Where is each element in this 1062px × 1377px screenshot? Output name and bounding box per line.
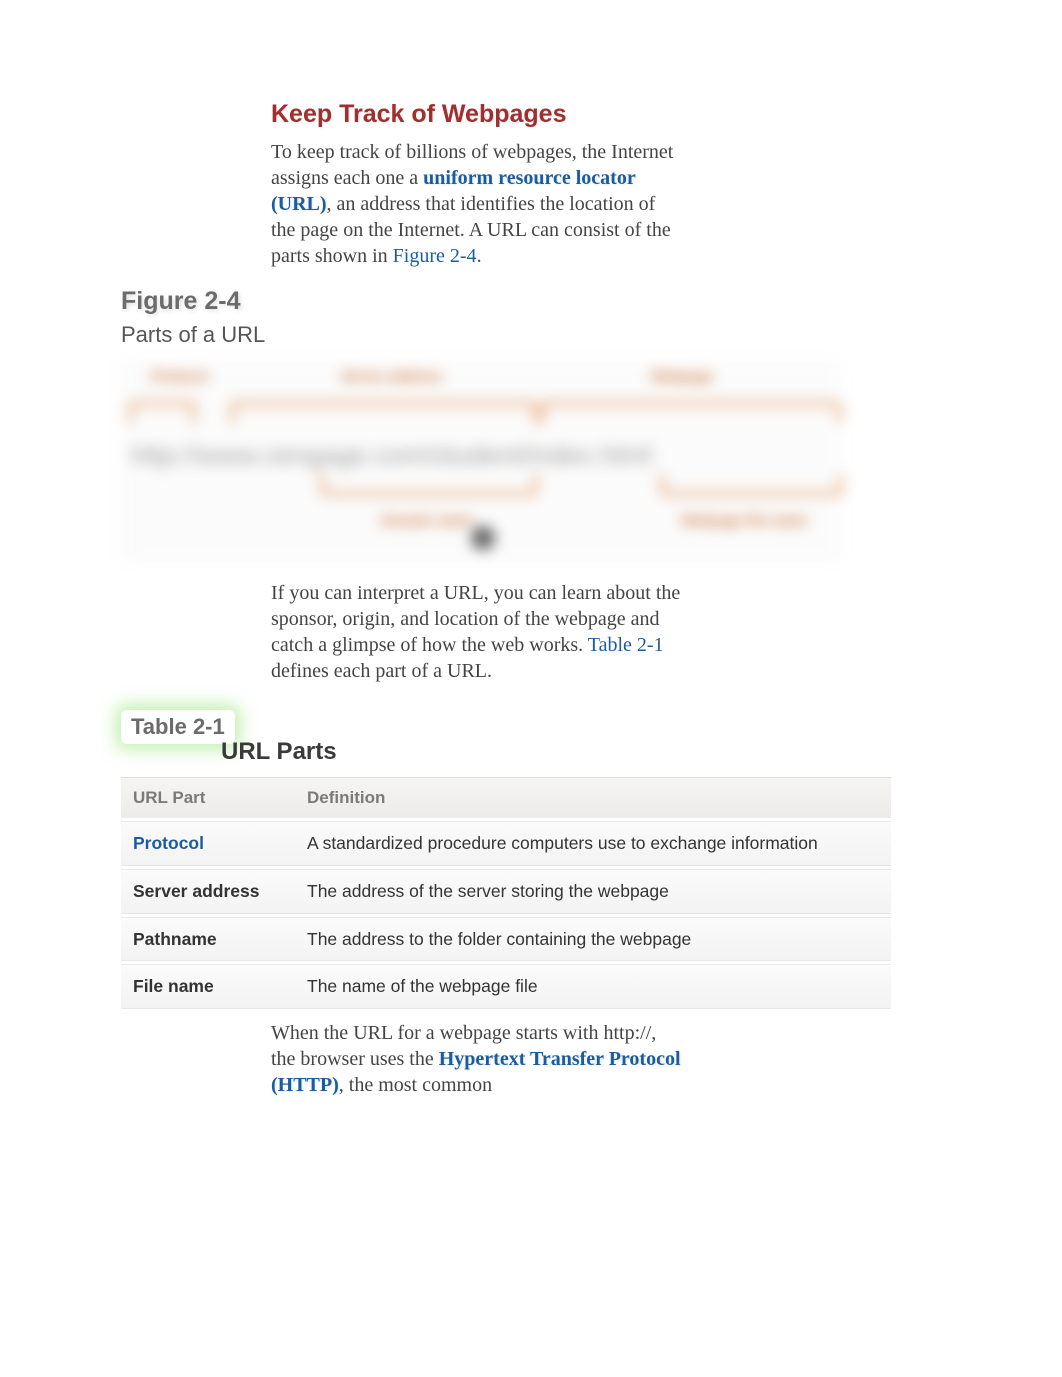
table-cell-part-server: Server address — [121, 869, 295, 914]
figure-annotation-server: Server address — [341, 368, 442, 384]
url-parts-table: URL Part Definition Protocol A standardi… — [121, 774, 891, 1012]
table-cell-def: A standardized procedure computers use t… — [295, 821, 891, 866]
table-cell-part-filename: File name — [121, 964, 295, 1009]
figure-annotation-domain: Domain name — [381, 512, 473, 528]
table-cell-part-pathname: Pathname — [121, 917, 295, 962]
table-row: Protocol A standardized procedure comput… — [121, 821, 891, 866]
figure-label: Figure 2-4 — [121, 287, 941, 316]
figure-annotation-filename: Webpage file name — [681, 512, 808, 528]
section-heading: Keep Track of Webpages — [271, 100, 941, 129]
text-fragment: defines each part of a URL. — [271, 660, 492, 682]
table-title: URL Parts — [221, 738, 941, 766]
text-fragment: . — [477, 245, 482, 267]
paragraph-http: When the URL for a webpage starts with h… — [271, 1020, 681, 1098]
figure-caption: Parts of a URL — [121, 322, 941, 348]
table-row: Pathname The address to the folder conta… — [121, 917, 891, 962]
table-label-badge: Table 2-1 — [121, 710, 235, 744]
play-icon[interactable] — [471, 526, 495, 550]
figure-annotation-webpage: Webpage — [651, 368, 713, 384]
table-cell-def: The address of the server storing the we… — [295, 869, 891, 914]
table-cell-part-protocol[interactable]: Protocol — [121, 821, 295, 866]
figure-reference-link[interactable]: Figure 2-4 — [393, 245, 477, 267]
table-cell-def: The address to the folder containing the… — [295, 917, 891, 962]
figure-url-text: http://www.cengage.com/student/index.htm… — [131, 440, 831, 471]
figure-image[interactable]: Protocol Server address Webpage http://w… — [121, 362, 841, 562]
page-content: Keep Track of Webpages To keep track of … — [121, 100, 941, 1098]
intro-paragraph: To keep track of billions of webpages, t… — [271, 139, 681, 269]
figure-annotation-protocol: Protocol — [151, 368, 208, 384]
table-label: Table 2-1 — [131, 714, 225, 739]
table-header-part: URL Part — [121, 777, 295, 818]
table-cell-def: The name of the webpage file — [295, 964, 891, 1009]
table-header-row: URL Part Definition — [121, 777, 891, 818]
table-header-def: Definition — [295, 777, 891, 818]
table-row: File name The name of the webpage file — [121, 964, 891, 1009]
table-row: Server address The address of the server… — [121, 869, 891, 914]
table-reference-link[interactable]: Table 2-1 — [588, 634, 664, 656]
paragraph-interpret: If you can interpret a URL, you can lear… — [271, 580, 681, 684]
text-fragment: , the most common — [339, 1074, 492, 1096]
